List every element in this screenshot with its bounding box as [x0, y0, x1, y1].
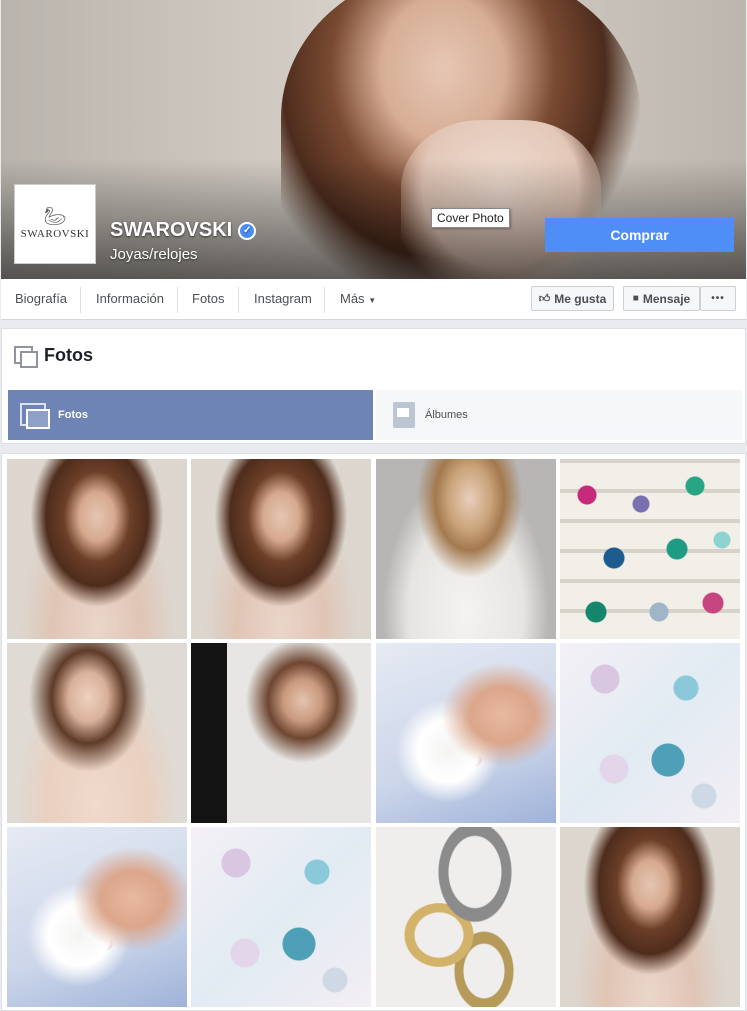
page-nav: Biografía Información Fotos Instagram Má… [1, 279, 746, 320]
photo-thumbnail[interactable] [376, 827, 556, 1007]
nav-item-fotos[interactable]: Fotos [192, 288, 225, 312]
photo-thumbnail[interactable] [376, 459, 556, 639]
photo-thumbnail[interactable] [191, 643, 371, 823]
page-category[interactable]: Joyas/relojes [110, 246, 198, 263]
photos-tab-icon [20, 403, 50, 429]
cover-photo-tooltip: Cover Photo [431, 208, 510, 228]
thumbs-up-icon: 👍︎ [538, 293, 551, 305]
photo-thumbnail[interactable] [7, 643, 187, 823]
nav-item-instagram[interactable]: Instagram [254, 288, 312, 312]
photos-section: Fotos Fotos Álbumes [1, 328, 746, 444]
page: 🦢︎ SWAROVSKI SWAROVSKI ✓ Joyas/relojes C… [0, 0, 747, 1011]
photo-thumbnail[interactable] [191, 827, 371, 1007]
like-button-label: Me gusta [554, 291, 607, 306]
nav-item-mas-label: Más [340, 291, 365, 306]
nav-item-biografia[interactable]: Biografía [15, 288, 67, 312]
photos-icon [14, 345, 38, 368]
swan-logo-icon: 🦢︎ [43, 206, 67, 226]
tab-fotos-label: Fotos [58, 409, 88, 421]
more-options-icon: ••• [711, 293, 725, 304]
nav-divider [324, 287, 325, 313]
photo-thumbnail[interactable] [7, 827, 187, 1007]
photo-thumbnail[interactable] [560, 459, 740, 639]
logo-text: SWAROVSKI [20, 228, 90, 240]
tab-fotos[interactable]: Fotos [8, 390, 373, 440]
photo-thumbnail[interactable] [191, 459, 371, 639]
photo-thumbnail[interactable] [7, 459, 187, 639]
tab-albumes[interactable]: Álbumes [376, 390, 742, 440]
page-name[interactable]: SWAROVSKI ✓ [110, 219, 257, 242]
nav-divider [177, 287, 178, 313]
photo-thumbnail[interactable] [560, 827, 740, 1007]
buy-button[interactable]: Comprar [545, 218, 734, 252]
photo-thumbnail[interactable] [560, 643, 740, 823]
nav-item-informacion[interactable]: Información [96, 288, 164, 312]
page-name-text[interactable]: SWAROVSKI [110, 219, 232, 242]
cover-photo[interactable]: 🦢︎ SWAROVSKI SWAROVSKI ✓ Joyas/relojes C… [1, 0, 746, 279]
like-button[interactable]: 👍︎ Me gusta [531, 286, 614, 311]
caret-down-icon: ▼ [368, 296, 377, 305]
message-button[interactable]: ■ Mensaje [623, 286, 700, 311]
more-options-button[interactable]: ••• [700, 286, 736, 311]
verified-badge-icon: ✓ [238, 221, 257, 240]
profile-picture[interactable]: 🦢︎ SWAROVSKI [14, 184, 96, 264]
message-button-label: Mensaje [642, 291, 691, 306]
photos-section-title[interactable]: Fotos [44, 345, 93, 366]
photo-grid [1, 453, 746, 1011]
nav-item-mas[interactable]: Más ▼ [340, 288, 376, 312]
message-icon: ■ [632, 293, 639, 304]
nav-divider [80, 287, 81, 313]
album-icon [393, 402, 415, 428]
photos-section-header: Fotos [14, 345, 93, 368]
nav-divider [238, 287, 239, 313]
photo-thumbnail[interactable] [376, 643, 556, 823]
tab-albumes-label: Álbumes [425, 409, 468, 421]
